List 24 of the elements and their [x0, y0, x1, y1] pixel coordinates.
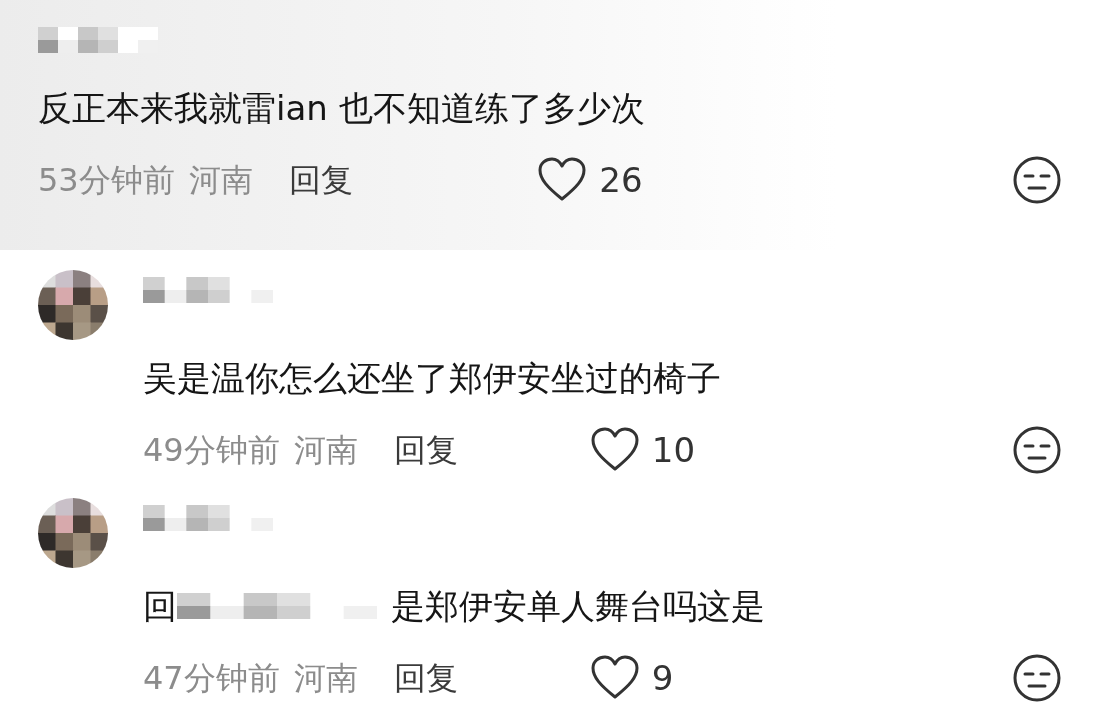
- like-count: 9: [651, 656, 675, 700]
- avatar: [38, 498, 108, 568]
- like-count: 26: [599, 158, 644, 202]
- comment-time: 47分钟前: [143, 658, 280, 699]
- comment-text: 反正本来我就雷ian 也不知道练了多少次: [38, 87, 645, 130]
- avatar: [38, 270, 108, 340]
- emoji-icon[interactable]: [1012, 155, 1062, 205]
- comment-location: 河南: [293, 658, 358, 699]
- reply-link[interactable]: 回复: [288, 156, 353, 204]
- heart-icon[interactable]: [589, 655, 640, 701]
- reply-prefix: 回: [143, 585, 177, 628]
- emoji-icon[interactable]: [1012, 425, 1062, 475]
- like-count: 10: [651, 428, 697, 472]
- reply-link[interactable]: 回复: [393, 654, 458, 702]
- comment-time: 53分钟前: [38, 160, 175, 201]
- comment-location: 河南: [188, 160, 253, 201]
- emoji-icon[interactable]: [1012, 653, 1062, 703]
- heart-icon[interactable]: [537, 157, 588, 203]
- comment-time: 49分钟前: [143, 430, 280, 471]
- comment-text: 是郑伊安单人舞台吗这是: [391, 585, 765, 628]
- comment-text: 吴是温你怎么还坐了郑伊安坐过的椅子: [143, 357, 721, 400]
- comment-location: 河南: [293, 430, 358, 471]
- heart-icon[interactable]: [589, 427, 640, 473]
- reply-link[interactable]: 回复: [393, 426, 458, 474]
